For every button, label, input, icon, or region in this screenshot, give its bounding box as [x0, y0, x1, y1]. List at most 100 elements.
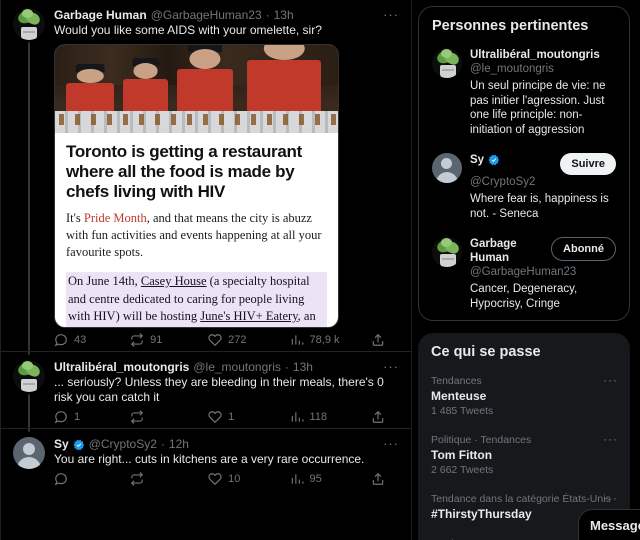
- person-name[interactable]: Sy: [470, 153, 484, 167]
- tweet-more-options-icon[interactable]: ···: [375, 8, 399, 21]
- twitter-app: Garbage Human @GarbageHuman23 · 13h ··· …: [0, 0, 640, 540]
- pepe-plant-avatar[interactable]: [432, 48, 462, 78]
- verified-badge-icon: [488, 153, 500, 166]
- share-button[interactable]: [371, 333, 385, 347]
- like-count: 10: [228, 473, 241, 485]
- tweet-author-name[interactable]: Garbage Human: [54, 8, 147, 22]
- person-name[interactable]: Garbage Human: [470, 237, 547, 265]
- article-para-pre: It's: [66, 211, 84, 225]
- following-button[interactable]: Abonné: [551, 237, 616, 261]
- share-button[interactable]: [371, 472, 385, 486]
- tweet-text: Would you like some AIDS with your omele…: [54, 23, 322, 37]
- person-bio: Cancer, Degeneracy, Hypocrisy, Cringe: [470, 283, 578, 310]
- separator-dot: ·: [160, 437, 165, 451]
- person-item[interactable]: Ultralibéral_moutongris @le_moutongris U…: [419, 41, 629, 146]
- tweet-timestamp[interactable]: 12h: [169, 437, 189, 451]
- trend-more-options-icon[interactable]: ···: [603, 374, 618, 386]
- like-button[interactable]: 10: [208, 472, 289, 486]
- tweet-author-handle[interactable]: @le_moutongris: [193, 360, 281, 374]
- person-item[interactable]: Garbage Human Abonné @GarbageHuman23 Can…: [419, 230, 629, 320]
- person-handle[interactable]: @CryptoSy2: [470, 175, 616, 189]
- right-sidebar: Personnes pertinentes Ultralibéral_mouto…: [412, 0, 640, 540]
- person-details: Garbage Human Abonné @GarbageHuman23 Can…: [470, 237, 616, 311]
- separator-dot: ·: [265, 8, 270, 22]
- like-button[interactable]: 272: [208, 333, 289, 347]
- person-name-row: Sy Suivre: [470, 153, 616, 175]
- views-button[interactable]: 118: [290, 410, 371, 424]
- tweet-actions: 1 1 118: [54, 410, 399, 424]
- person-item[interactable]: Sy Suivre @CryptoSy2 Where fear is, happ…: [419, 146, 629, 230]
- pepe-plant-avatar[interactable]: [13, 8, 45, 40]
- casey-house-link[interactable]: Casey House: [141, 274, 207, 288]
- tweet-item[interactable]: Sy @CryptoSy2 · 12h ··· You are right...…: [1, 428, 411, 490]
- messages-dock[interactable]: Messages: [578, 509, 640, 540]
- person-details: Sy Suivre @CryptoSy2 Where fear is, happ…: [470, 153, 616, 221]
- article-highlighted-paragraph: On June 14th, Casey House (a specialty h…: [66, 272, 327, 327]
- person-handle[interactable]: @GarbageHuman23: [470, 265, 616, 279]
- tweet-more-options-icon[interactable]: ···: [375, 360, 399, 373]
- tweet-author-handle[interactable]: @GarbageHuman23: [151, 8, 262, 22]
- follow-button[interactable]: Suivre: [560, 153, 616, 175]
- article-headline: Toronto is getting a restaurant where al…: [66, 142, 302, 201]
- tweet-header: Sy @CryptoSy2 · 12h ···: [54, 437, 399, 451]
- article-photo: [55, 45, 338, 133]
- tweet-author-handle[interactable]: @CryptoSy2: [89, 437, 157, 451]
- trend-more-options-icon[interactable]: ···: [603, 433, 618, 445]
- tweet-author-name[interactable]: Sy: [54, 437, 69, 451]
- pepe-plant-avatar[interactable]: [432, 237, 462, 267]
- view-count: 95: [309, 473, 322, 485]
- thread-connector-line: [28, 394, 30, 432]
- whats-happening-title: Ce qui se passe: [431, 344, 541, 360]
- tweet-timestamp[interactable]: 13h: [274, 8, 294, 22]
- tweet-author-name[interactable]: Ultralibéral_moutongris: [54, 360, 189, 374]
- relevant-people-panel: Personnes pertinentes Ultralibéral_mouto…: [418, 6, 630, 321]
- messages-dock-label: Messages: [590, 517, 640, 533]
- trend-category: Tendances: [431, 375, 482, 387]
- tweet-item[interactable]: Garbage Human @GarbageHuman23 · 13h ··· …: [1, 0, 411, 355]
- article-paragraph: It's Pride Month, and that means the cit…: [66, 210, 327, 261]
- views-button[interactable]: 95: [290, 472, 371, 486]
- tweet-content: Ultralibéral_moutongris @le_moutongris ·…: [54, 360, 399, 424]
- highlight-text-1: On June 14th,: [68, 274, 141, 288]
- avatar-column: [13, 437, 45, 486]
- trend-tweet-count: 2 662 Tweets: [431, 464, 494, 476]
- reply-button[interactable]: [54, 472, 130, 486]
- gray-person-avatar[interactable]: [13, 437, 45, 469]
- trend-more-options-icon[interactable]: ···: [603, 492, 618, 504]
- share-button[interactable]: [371, 410, 385, 424]
- person-bio: Un seul principe de vie: ne pas initier …: [470, 80, 606, 136]
- person-name-row: Garbage Human Abonné: [470, 237, 616, 265]
- person-name[interactable]: Ultralibéral_moutongris: [470, 48, 600, 62]
- article-pride-month-link[interactable]: Pride Month: [84, 211, 147, 225]
- tweet-more-options-icon[interactable]: ···: [375, 437, 399, 450]
- reply-count: 1: [74, 411, 81, 423]
- tweet-item[interactable]: Ultralibéral_moutongris @le_moutongris ·…: [1, 351, 411, 432]
- person-handle[interactable]: @le_moutongris: [470, 62, 616, 76]
- tweet-text: ... seriously? Unless they are bleeding …: [54, 375, 384, 404]
- article-link-card[interactable]: Toronto is getting a restaurant where al…: [54, 44, 339, 328]
- verified-badge-icon: [73, 438, 85, 451]
- trend-item[interactable]: ··· Politique · Tendances Tom Fitton 2 6…: [418, 426, 630, 485]
- trend-tweet-count: 1 485 Tweets: [431, 405, 494, 417]
- retweet-button[interactable]: [130, 410, 208, 424]
- tweet-actions: 43 91 272 78,9 k: [54, 333, 399, 347]
- reply-button[interactable]: 1: [54, 410, 130, 424]
- trend-item[interactable]: ··· Tendances Menteuse 1 485 Tweets: [418, 367, 630, 426]
- retweet-button[interactable]: 91: [130, 333, 208, 347]
- views-button[interactable]: 78,9 k: [290, 333, 371, 347]
- person-name-row: Ultralibéral_moutongris: [470, 48, 616, 62]
- tweet-header: Garbage Human @GarbageHuman23 · 13h ···: [54, 8, 399, 22]
- like-count: 1: [228, 411, 235, 423]
- reply-button[interactable]: 43: [54, 333, 130, 347]
- trend-category: Politique · Tendances: [431, 434, 532, 446]
- hiv-eatery-link[interactable]: June's HIV+ Eatery: [200, 309, 297, 323]
- tweet-timestamp[interactable]: 13h: [293, 360, 313, 374]
- avatar-column: [13, 360, 45, 432]
- pepe-plant-avatar[interactable]: [13, 360, 45, 392]
- tweet-text: You are right... cuts in kitchens are a …: [54, 452, 365, 466]
- person-details: Ultralibéral_moutongris @le_moutongris U…: [470, 48, 616, 137]
- gray-person-avatar[interactable]: [432, 153, 462, 183]
- separator-dot: ·: [284, 360, 289, 374]
- like-button[interactable]: 1: [208, 410, 289, 424]
- retweet-button[interactable]: [130, 472, 208, 486]
